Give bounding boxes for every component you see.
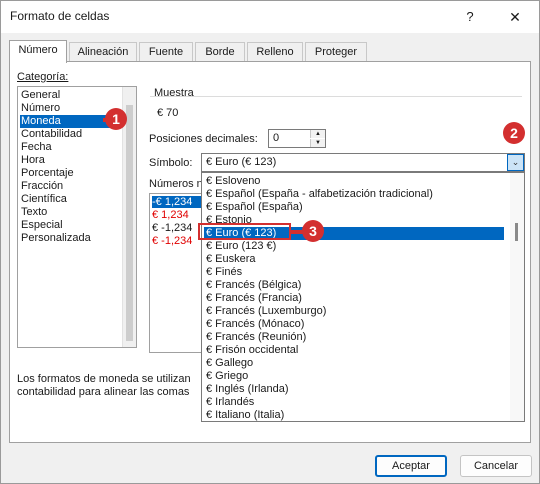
symbol-label: Símbolo: xyxy=(149,157,193,169)
symbol-option[interactable]: € Inglés (Irlanda) xyxy=(204,383,504,396)
tab-relleno[interactable]: Relleno xyxy=(247,42,303,62)
currency-description: Los formatos de moneda se utilizan conta… xyxy=(17,373,217,399)
symbol-option[interactable]: € Euskera xyxy=(204,253,504,266)
category-item[interactable]: Texto xyxy=(20,206,47,219)
symbol-option[interactable]: € Irlandés xyxy=(204,396,504,409)
callout-badge-2: 2 xyxy=(503,122,525,144)
symbol-option[interactable]: € Italiano (Italia) xyxy=(204,409,504,421)
category-item[interactable]: General xyxy=(20,89,60,102)
symbol-option[interactable]: € Frisón occidental xyxy=(204,344,504,357)
cancel-button[interactable]: Cancelar xyxy=(460,455,532,477)
description-line: Los formatos de moneda se utilizan xyxy=(17,373,191,385)
symbol-combobox[interactable]: € Euro (€ 123) ⌄ xyxy=(201,153,525,172)
sample-value: € 70 xyxy=(157,107,179,119)
symbol-option[interactable]: € Español (España) xyxy=(204,201,504,214)
negative-numbers-list[interactable]: -€ 1,234 € 1,234 € -1,234 € -1,234 xyxy=(149,193,205,353)
callout-badge-1: 1 xyxy=(105,108,127,130)
symbol-option[interactable]: € Finés xyxy=(204,266,504,279)
symbol-option[interactable]: € Esloveno xyxy=(204,175,504,188)
spin-down-icon[interactable]: ▼ xyxy=(310,139,325,147)
category-item[interactable]: Personalizada xyxy=(20,232,91,245)
symbol-option[interactable]: € Griego xyxy=(204,370,504,383)
tab-borde[interactable]: Borde xyxy=(195,42,245,62)
category-item[interactable]: Número xyxy=(20,102,60,115)
negative-format-item[interactable]: € -1,234 xyxy=(152,235,192,247)
format-cells-dialog: Formato de celdas ? ✕ Número Alineación … xyxy=(0,0,540,484)
symbol-option[interactable]: € Francés (Mónaco) xyxy=(204,318,504,331)
symbol-option[interactable]: € Francés (Reunión) xyxy=(204,331,504,344)
callout-badge-3: 3 xyxy=(302,220,324,242)
euro-option-highlight xyxy=(198,223,291,240)
window-title: Formato de celdas xyxy=(10,9,110,23)
symbol-option[interactable]: € Gallego xyxy=(204,357,504,370)
category-item[interactable]: Científica xyxy=(20,193,67,206)
category-item[interactable]: Especial xyxy=(20,219,63,232)
category-item[interactable]: Fracción xyxy=(20,180,63,193)
spin-up-icon[interactable]: ▲ xyxy=(310,130,325,138)
decimals-label: Posiciones decimales: xyxy=(149,133,258,145)
symbol-option[interactable]: € Español (España - alfabetización tradi… xyxy=(204,188,504,201)
negative-numbers-label: Números n xyxy=(149,178,203,190)
tab-fuente[interactable]: Fuente xyxy=(139,42,193,62)
category-item[interactable]: Contabilidad xyxy=(20,128,82,141)
tab-proteger[interactable]: Proteger xyxy=(305,42,367,62)
symbol-option[interactable]: € Francés (Luxemburgo) xyxy=(204,305,504,318)
decimals-value[interactable]: 0 xyxy=(273,132,279,144)
category-item[interactable]: Hora xyxy=(20,154,45,167)
symbol-dropdown-list[interactable]: € Esloveno € Español (España - alfabetiz… xyxy=(201,172,525,422)
category-item[interactable]: Fecha xyxy=(20,141,52,154)
tab-numero[interactable]: Número xyxy=(9,40,67,63)
dropdown-scroll-thumb[interactable] xyxy=(515,223,518,241)
category-scroll-thumb[interactable] xyxy=(126,105,133,341)
category-label: Categoría: xyxy=(17,71,69,83)
dropdown-scrollbar[interactable] xyxy=(510,173,524,421)
symbol-option[interactable]: € Euro (123 €) xyxy=(204,240,504,253)
description-line: contabilidad para alinear las comas xyxy=(17,386,190,398)
category-item[interactable]: Porcentaje xyxy=(20,167,74,180)
close-button[interactable]: ✕ xyxy=(501,5,529,29)
symbol-value[interactable]: € Euro (€ 123) xyxy=(206,156,276,168)
title-bar: Formato de celdas ? ✕ xyxy=(1,1,539,33)
negative-format-item[interactable]: € 1,234 xyxy=(152,209,189,221)
help-button[interactable]: ? xyxy=(457,5,483,29)
negative-format-item[interactable]: € -1,234 xyxy=(152,222,192,234)
symbol-option[interactable]: € Francés (Francia) xyxy=(204,292,504,305)
sample-group xyxy=(150,96,522,126)
accept-button[interactable]: Aceptar xyxy=(375,455,447,477)
decimals-stepper[interactable]: 0 ▲ ▼ xyxy=(268,129,326,148)
negative-format-item[interactable]: -€ 1,234 xyxy=(152,196,204,208)
tab-alineacion[interactable]: Alineación xyxy=(69,42,137,62)
symbol-option[interactable]: € Francés (Bélgica) xyxy=(204,279,504,292)
chevron-down-icon[interactable]: ⌄ xyxy=(507,154,524,171)
